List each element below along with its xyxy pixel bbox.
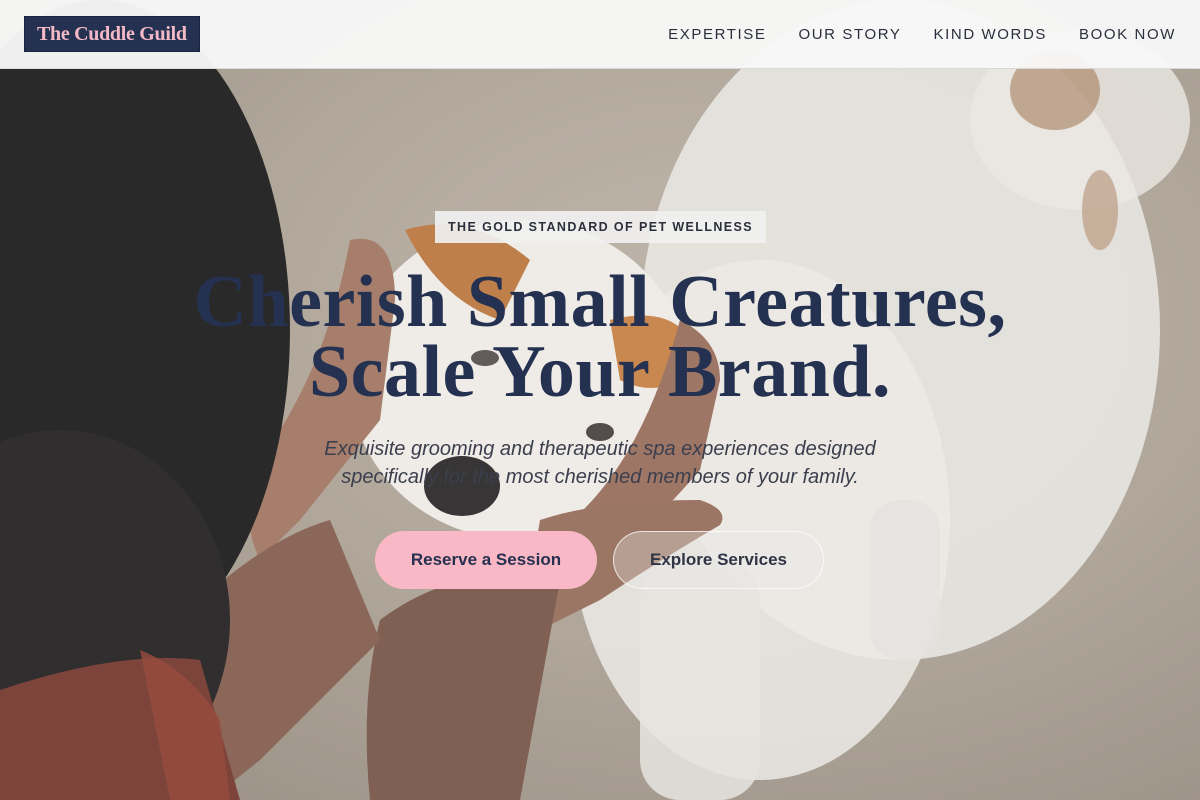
hero-subtitle-line-2: specifically for the most cherished memb… bbox=[341, 466, 859, 488]
main-nav: EXPERTISE OUR STORY KIND WORDS BOOK NOW bbox=[668, 26, 1176, 43]
brand-logo[interactable]: The Cuddle Guild bbox=[24, 16, 200, 52]
nav-kind-words[interactable]: KIND WORDS bbox=[934, 26, 1048, 43]
hero-subtitle: Exquisite grooming and therapeutic spa e… bbox=[250, 435, 950, 491]
nav-book-now[interactable]: BOOK NOW bbox=[1079, 26, 1176, 43]
hero-headline-line-1: Cherish Small Creatures, bbox=[193, 261, 1007, 343]
nav-our-story[interactable]: OUR STORY bbox=[798, 26, 901, 43]
hero-eyebrow-badge: THE GOLD STANDARD OF PET WELLNESS bbox=[435, 211, 766, 243]
site-header: The Cuddle Guild EXPERTISE OUR STORY KIN… bbox=[0, 0, 1200, 69]
hero-subtitle-line-1: Exquisite grooming and therapeutic spa e… bbox=[324, 438, 876, 460]
nav-expertise[interactable]: EXPERTISE bbox=[668, 26, 766, 43]
reserve-session-button[interactable]: Reserve a Session bbox=[375, 531, 597, 589]
hero-headline-line-2: Scale Your Brand. bbox=[308, 331, 892, 413]
hero-section: THE GOLD STANDARD OF PET WELLNESS Cheris… bbox=[0, 69, 1200, 800]
hero-headline: Cherish Small Creatures, Scale Your Bran… bbox=[100, 261, 1100, 413]
explore-services-button[interactable]: Explore Services bbox=[613, 531, 824, 589]
